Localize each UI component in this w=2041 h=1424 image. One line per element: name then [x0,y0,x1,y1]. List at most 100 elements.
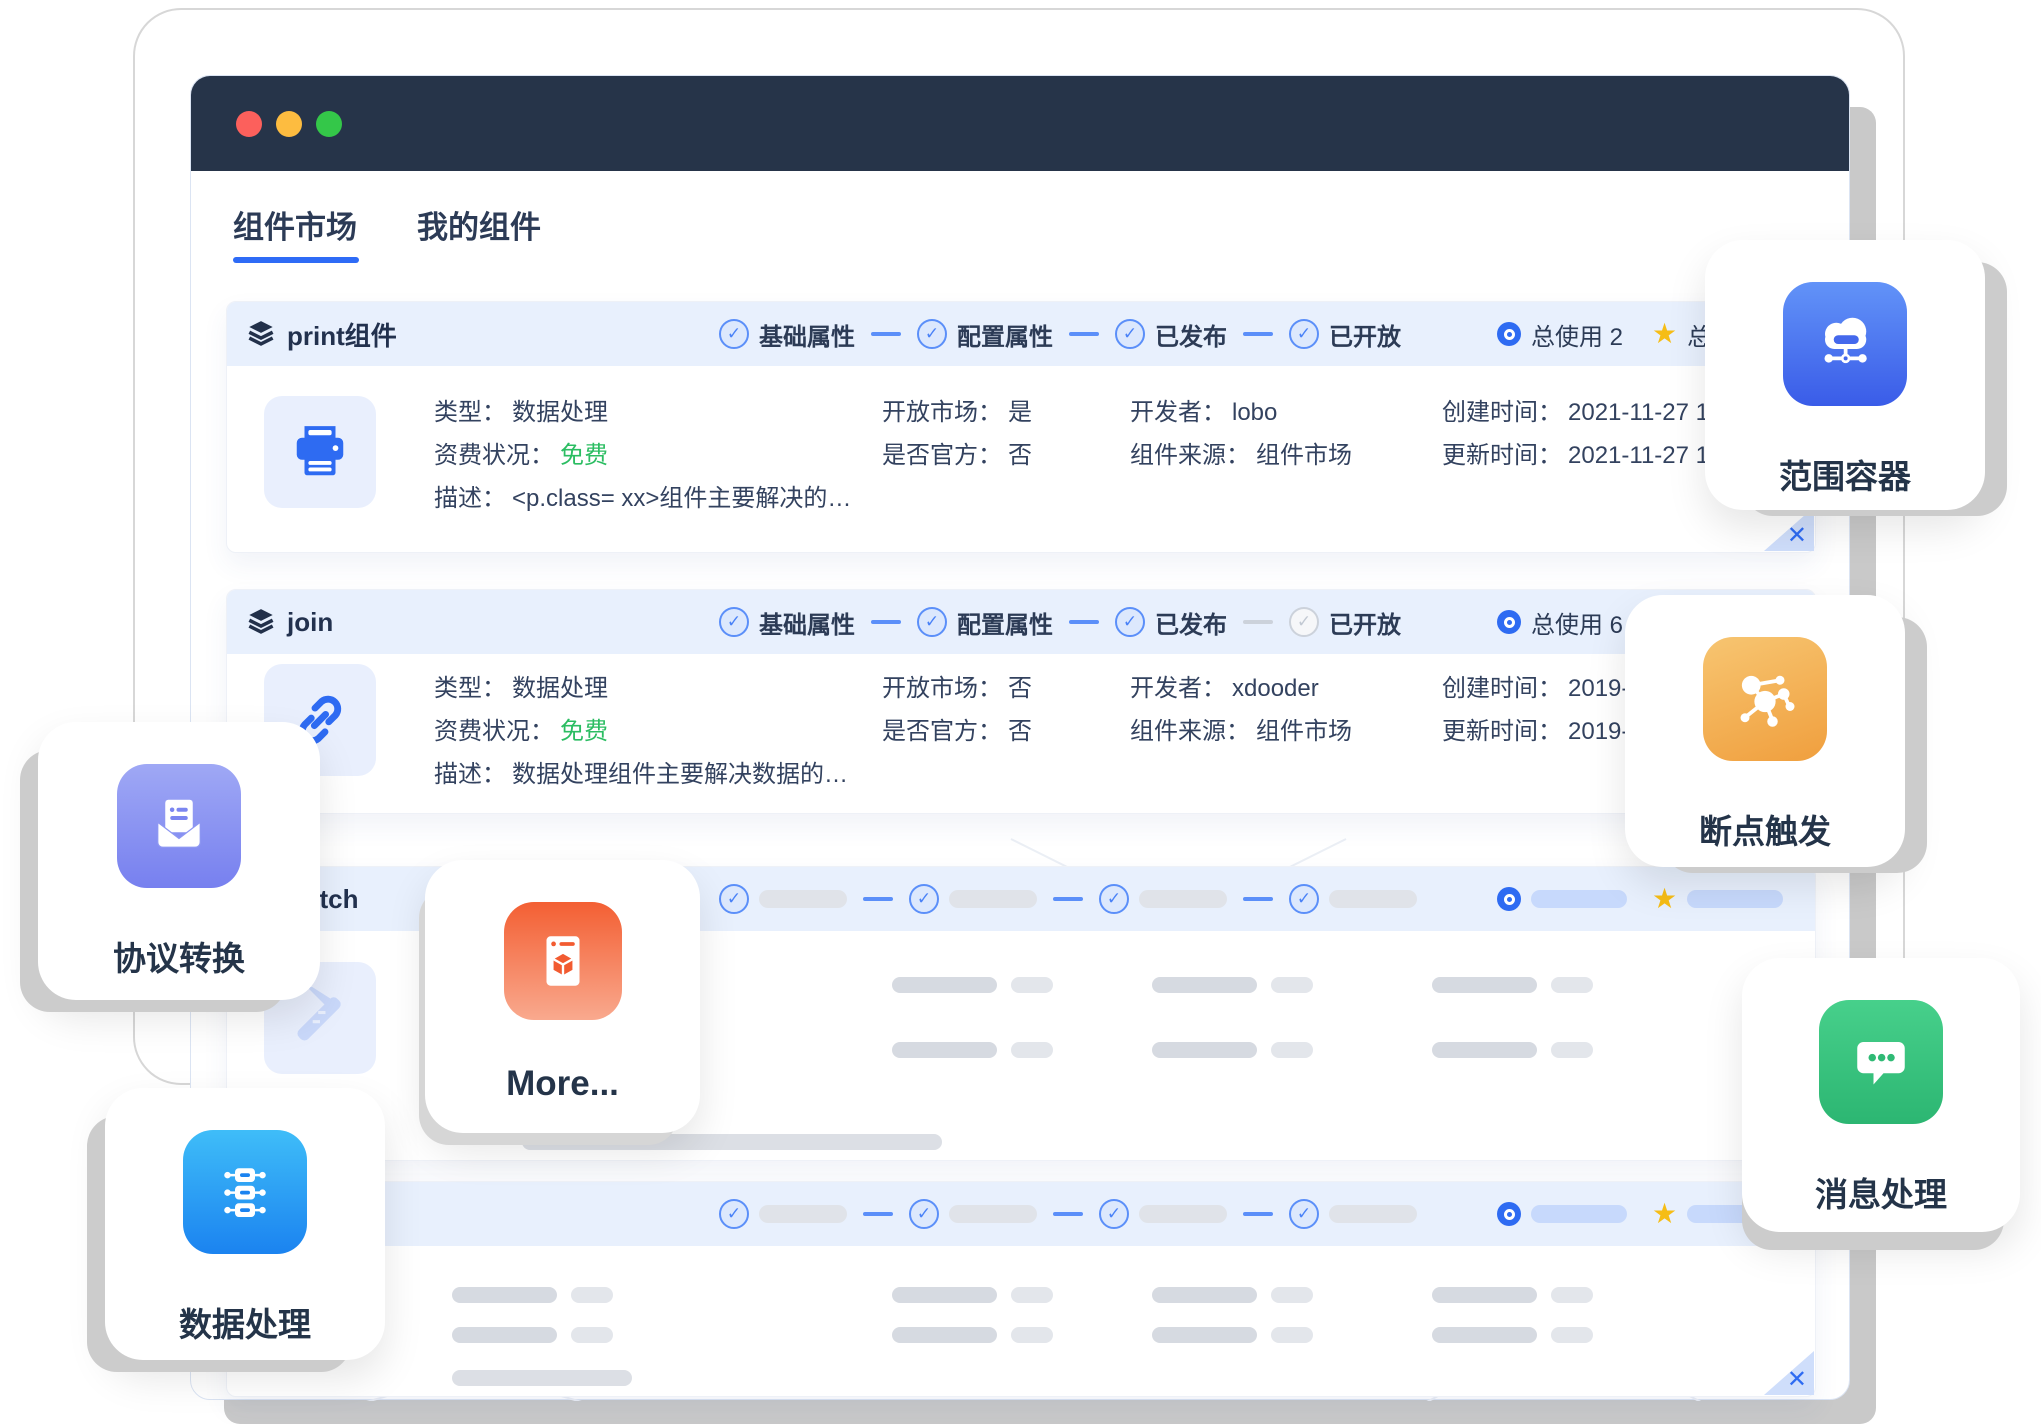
step-check-icon: ✓ [1289,319,1319,349]
card-title: join [287,607,333,638]
component-card-join[interactable]: join ✓基础属性 ✓配置属性 ✓已发布 ✓已开放 总使用 6 ★ 总评 [226,589,1816,814]
page: 组件市场 我的组件 print组件 ✓基础属性 ✓配置属性 [0,0,2041,1424]
field-description: 描述：<p.class= xx>组件主要解决的… [434,478,851,513]
step-divider [1069,620,1099,624]
maximize-window-button[interactable] [316,111,342,137]
tab-label: 我的组件 [417,210,541,245]
skeleton-field [452,1287,613,1303]
skeleton-field [892,1042,1053,1058]
close-card-icon[interactable]: ✕ [1787,524,1807,548]
skeleton-field [1152,1327,1313,1343]
step-check-icon: ✓ [1115,319,1145,349]
field-open-market: 开放市场：否 [882,668,1032,703]
star-icon: ★ [1652,320,1677,348]
skeleton-field [1152,1287,1313,1303]
field-fee: 资费状况：免费 [434,711,608,746]
feature-card-more: More... [425,860,700,1133]
skeleton-bar [1139,1205,1227,1223]
skeleton-bar [759,890,847,908]
field-open-market: 开放市场：是 [882,392,1032,427]
field-created: 创建时间：2019-1 [1442,668,1643,703]
component-card-skeleton[interactable]: ✓ ✓ ✓ ✓ ★ [226,1181,1816,1397]
cloud-network-icon [1783,282,1907,406]
rating-counter-skeleton: ★ [1652,867,1783,931]
step-divider [863,897,893,901]
skeleton-field [1432,977,1593,993]
field-developer: 开发者：xdooder [1130,668,1319,703]
step-divider [1243,897,1273,901]
step-divider [1053,1212,1083,1216]
component-icon-box [264,396,376,508]
feature-card-message-processing: 消息处理 [1742,958,2020,1232]
step-check-icon-pending: ✓ [1289,607,1319,637]
skeleton-field [1432,1042,1593,1058]
usage-counter: 总使用 6 [1497,590,1623,654]
usage-counter-skeleton [1497,1182,1627,1246]
field-description: 描述：数据处理组件主要解决数据的… [434,754,848,789]
feature-label: More... [506,1064,619,1104]
field-source: 组件来源：组件市场 [1130,435,1352,470]
step-divider [1243,332,1273,336]
feature-label: 协议转换 [113,932,245,980]
minimize-window-button[interactable] [276,111,302,137]
field-source: 组件来源：组件市场 [1130,711,1352,746]
step-check-icon: ✓ [719,607,749,637]
app-store-icon [504,902,622,1020]
field-type: 类型：数据处理 [434,392,608,427]
card-title-group: print组件 [247,302,397,366]
tab-bar: 组件市场 我的组件 [233,202,541,263]
step-divider [871,620,901,624]
step-divider [1053,897,1083,901]
field-official: 是否官方：否 [882,711,1032,746]
skeleton-field [892,977,1053,993]
layers-icon [247,321,275,347]
usage-icon [1497,322,1521,346]
step-check-icon: ✓ [917,319,947,349]
skeleton-field [1432,1327,1593,1343]
skeleton-field [892,1287,1053,1303]
card-steps: ✓基础属性 ✓配置属性 ✓已发布 ✓已开放 [719,302,1401,366]
feature-card-breakpoint-trigger: 断点触发 [1625,595,1905,867]
data-pipeline-icon [183,1130,307,1254]
feature-label: 断点触发 [1699,805,1831,853]
chat-bubble-icon [1819,1000,1943,1124]
skeleton-bar [1139,890,1227,908]
field-type: 类型：数据处理 [434,668,608,703]
feature-card-protocol-conversion: 协议转换 [38,722,320,1000]
step-divider [1069,332,1099,336]
step-check-icon: ✓ [909,884,939,914]
field-updated: 更新时间：2021-11-27 11:2 [1442,435,1741,470]
step-divider [1243,620,1273,624]
component-card-print[interactable]: print组件 ✓基础属性 ✓配置属性 ✓已发布 ✓已开放 总使用 2 ★ 总评 [226,301,1816,553]
skeleton-bar [1329,1205,1417,1223]
tab-label: 组件市场 [233,210,357,245]
card-steps: ✓基础属性 ✓配置属性 ✓已发布 ✓已开放 [719,590,1401,654]
step-check-icon: ✓ [719,884,749,914]
step-divider [1243,1212,1273,1216]
skeleton-bar-blue [1531,890,1627,908]
close-card-icon[interactable]: ✕ [1787,1368,1807,1392]
step-divider [871,332,901,336]
step-check-icon: ✓ [917,607,947,637]
field-updated: 更新时间：2019-1 [1442,711,1643,746]
active-tab-underline [233,257,359,263]
close-window-button[interactable] [236,111,262,137]
browser-window: 组件市场 我的组件 print组件 ✓基础属性 ✓配置属性 [190,75,1850,1400]
star-icon: ★ [1652,1200,1677,1228]
skeleton-field [1152,1042,1313,1058]
skeleton-bar-blue [1531,1205,1627,1223]
skeleton-bar [949,1205,1037,1223]
tab-my-components[interactable]: 我的组件 [417,202,541,263]
feature-label: 数据处理 [179,1298,311,1346]
tab-component-market[interactable]: 组件市场 [233,202,357,263]
field-developer: 开发者：lobo [1130,392,1277,427]
usage-counter: 总使用 2 [1497,302,1623,366]
step-check-icon: ✓ [909,1199,939,1229]
skeleton-field [1432,1287,1593,1303]
card-steps-skeleton: ✓ ✓ ✓ ✓ [719,867,1417,931]
window-titlebar [191,76,1849,171]
step-check-icon: ✓ [1099,884,1129,914]
field-created: 创建时间：2021-11-27 11:2 [1442,392,1741,427]
usage-counter-skeleton [1497,867,1627,931]
card-steps-skeleton: ✓ ✓ ✓ ✓ [719,1182,1417,1246]
